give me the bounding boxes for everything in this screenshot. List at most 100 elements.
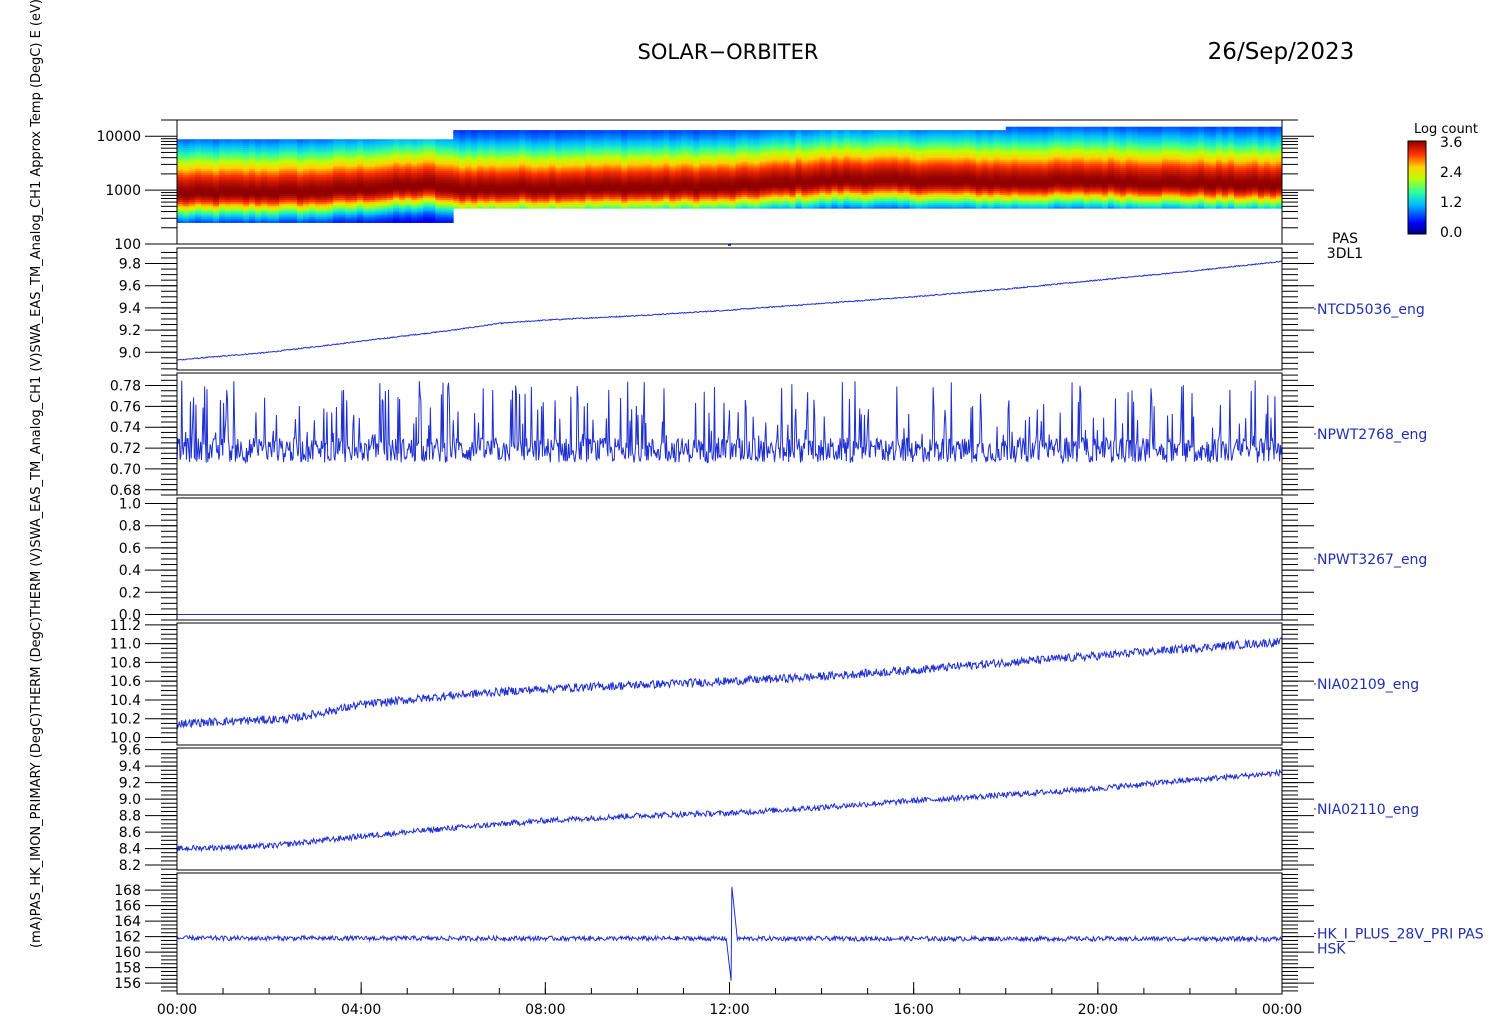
spectrogram-cell bbox=[897, 130, 905, 133]
spectrogram-cell bbox=[357, 139, 364, 142]
spectrogram-cell bbox=[567, 130, 574, 133]
spectrogram-cell bbox=[483, 130, 490, 133]
spectrogram-cell bbox=[771, 130, 778, 133]
spectrogram-cell bbox=[693, 130, 700, 133]
mission-title: SOLAR−ORBITER bbox=[637, 40, 818, 64]
spectrogram-cell bbox=[651, 130, 658, 133]
spectrogram-cell bbox=[225, 139, 232, 142]
spectrogram-cell bbox=[561, 130, 568, 133]
spectrogram-cell bbox=[435, 139, 442, 142]
spectrogram-cell bbox=[399, 139, 406, 142]
spectrogram-cell bbox=[585, 130, 592, 133]
spectrogram-cell bbox=[321, 139, 328, 142]
spectrogram-cell bbox=[723, 130, 730, 133]
spectrogram-cell bbox=[657, 130, 664, 133]
spectrogram-cell bbox=[411, 139, 418, 142]
spectrogram-cell bbox=[345, 139, 352, 142]
spectrogram-cell bbox=[195, 139, 202, 142]
spectrogram-cell bbox=[333, 139, 340, 142]
spectrogram-cell bbox=[495, 130, 502, 133]
spectrogram-cell bbox=[885, 130, 893, 133]
spectrogram-cell bbox=[579, 130, 586, 133]
spectrogram-cell bbox=[447, 139, 454, 142]
spectrogram-cell bbox=[879, 130, 887, 133]
spectrogram-cell bbox=[759, 130, 766, 133]
spectrogram-cell bbox=[351, 139, 358, 142]
spectrogram-cell bbox=[855, 130, 863, 133]
spectrogram-cell bbox=[591, 130, 598, 133]
spectrogram-cell bbox=[717, 130, 724, 133]
spectrogram-cell bbox=[309, 139, 316, 142]
spectrogram bbox=[177, 126, 1283, 246]
spectrogram-cell bbox=[531, 130, 538, 133]
spectrogram-cell bbox=[255, 139, 262, 142]
spectrogram-cell bbox=[669, 130, 676, 133]
spectrogram-cell bbox=[405, 139, 412, 142]
panels: 100001000100 PAS3DL19.89.69.49.29.0NTCD50… bbox=[96, 119, 1484, 995]
spectrogram-cell bbox=[177, 139, 184, 142]
spectrogram-cell bbox=[537, 130, 544, 133]
spectrogram-cell bbox=[549, 130, 556, 133]
spectrogram-cell bbox=[777, 130, 784, 133]
spectrogram-cell bbox=[423, 139, 430, 142]
spectrogram-cell bbox=[735, 130, 742, 133]
spectrogram-cell bbox=[519, 130, 526, 133]
spectrogram-cell bbox=[825, 130, 832, 133]
spectrogram-cell bbox=[183, 139, 190, 142]
spectrogram-cell bbox=[213, 139, 220, 142]
spectrogram-cell bbox=[291, 139, 298, 142]
spectrogram-cell bbox=[903, 130, 911, 133]
spectrogram-cell bbox=[273, 139, 280, 142]
spectrogram-cell bbox=[417, 139, 424, 142]
spectrogram-cell bbox=[489, 130, 496, 133]
spectrogram-cell bbox=[633, 130, 640, 133]
spectrogram-cell bbox=[639, 130, 646, 133]
panel-1: 100001000100 PAS3DL1 bbox=[96, 119, 1363, 262]
spectrogram-cell bbox=[459, 130, 466, 133]
spectrogram-cell bbox=[513, 130, 520, 133]
spectrogram-cell bbox=[795, 130, 802, 133]
spectrogram-cell bbox=[909, 130, 917, 133]
spectrogram-cell bbox=[363, 139, 370, 142]
spectrogram-cell bbox=[297, 139, 304, 142]
spectrogram-cell bbox=[861, 130, 869, 133]
spectrogram-cell bbox=[189, 139, 196, 142]
spectrogram-cell bbox=[219, 139, 226, 142]
spectrogram-cell bbox=[465, 130, 472, 133]
spectrogram-cell bbox=[765, 130, 772, 133]
spectrogram-cell bbox=[279, 139, 286, 142]
spectrogram-cell bbox=[381, 139, 388, 142]
spectrogram-cell bbox=[687, 130, 694, 133]
spectrogram-cell bbox=[681, 130, 688, 133]
spectrogram-cell bbox=[471, 130, 478, 133]
spectrogram-cell bbox=[801, 130, 808, 133]
spectrogram-cell bbox=[729, 130, 736, 133]
spectrogram-cell bbox=[573, 130, 580, 133]
spectrogram-cell bbox=[555, 130, 562, 133]
spectrogram-cell bbox=[369, 139, 376, 142]
spectrogram-cell bbox=[597, 130, 604, 133]
spectrogram-cell bbox=[609, 130, 616, 133]
spectrogram-cell bbox=[207, 139, 214, 142]
spectrogram-cell bbox=[237, 139, 244, 142]
spectrogram-cell bbox=[429, 139, 436, 142]
spectrogram-cell bbox=[525, 130, 532, 133]
spectrogram-cell bbox=[231, 139, 238, 142]
spectrogram-cell bbox=[675, 130, 682, 133]
spectrogram-cell bbox=[705, 130, 712, 133]
spectrogram-cell bbox=[453, 130, 460, 133]
spectrogram-cell bbox=[789, 130, 796, 133]
spectrogram-cell bbox=[477, 130, 484, 133]
spectrogram-cell bbox=[243, 139, 250, 142]
spectrogram-cell bbox=[753, 130, 760, 133]
solar-orbiter-summary-plot: SOLAR−ORBITER 26/Sep/2023 100001000100 PA… bbox=[29, 0, 1484, 1018]
spectrogram-cell bbox=[621, 130, 628, 133]
spectrogram-cell bbox=[543, 130, 550, 133]
spectrogram-cell bbox=[285, 139, 292, 142]
plot-date: 26/Sep/2023 bbox=[1208, 39, 1355, 65]
spectrogram-cell bbox=[807, 130, 814, 133]
spectrogram-cell bbox=[393, 139, 400, 142]
spectrogram-cell bbox=[327, 139, 334, 142]
spectrogram-cell bbox=[627, 130, 634, 133]
spectrogram-cell bbox=[339, 139, 346, 142]
